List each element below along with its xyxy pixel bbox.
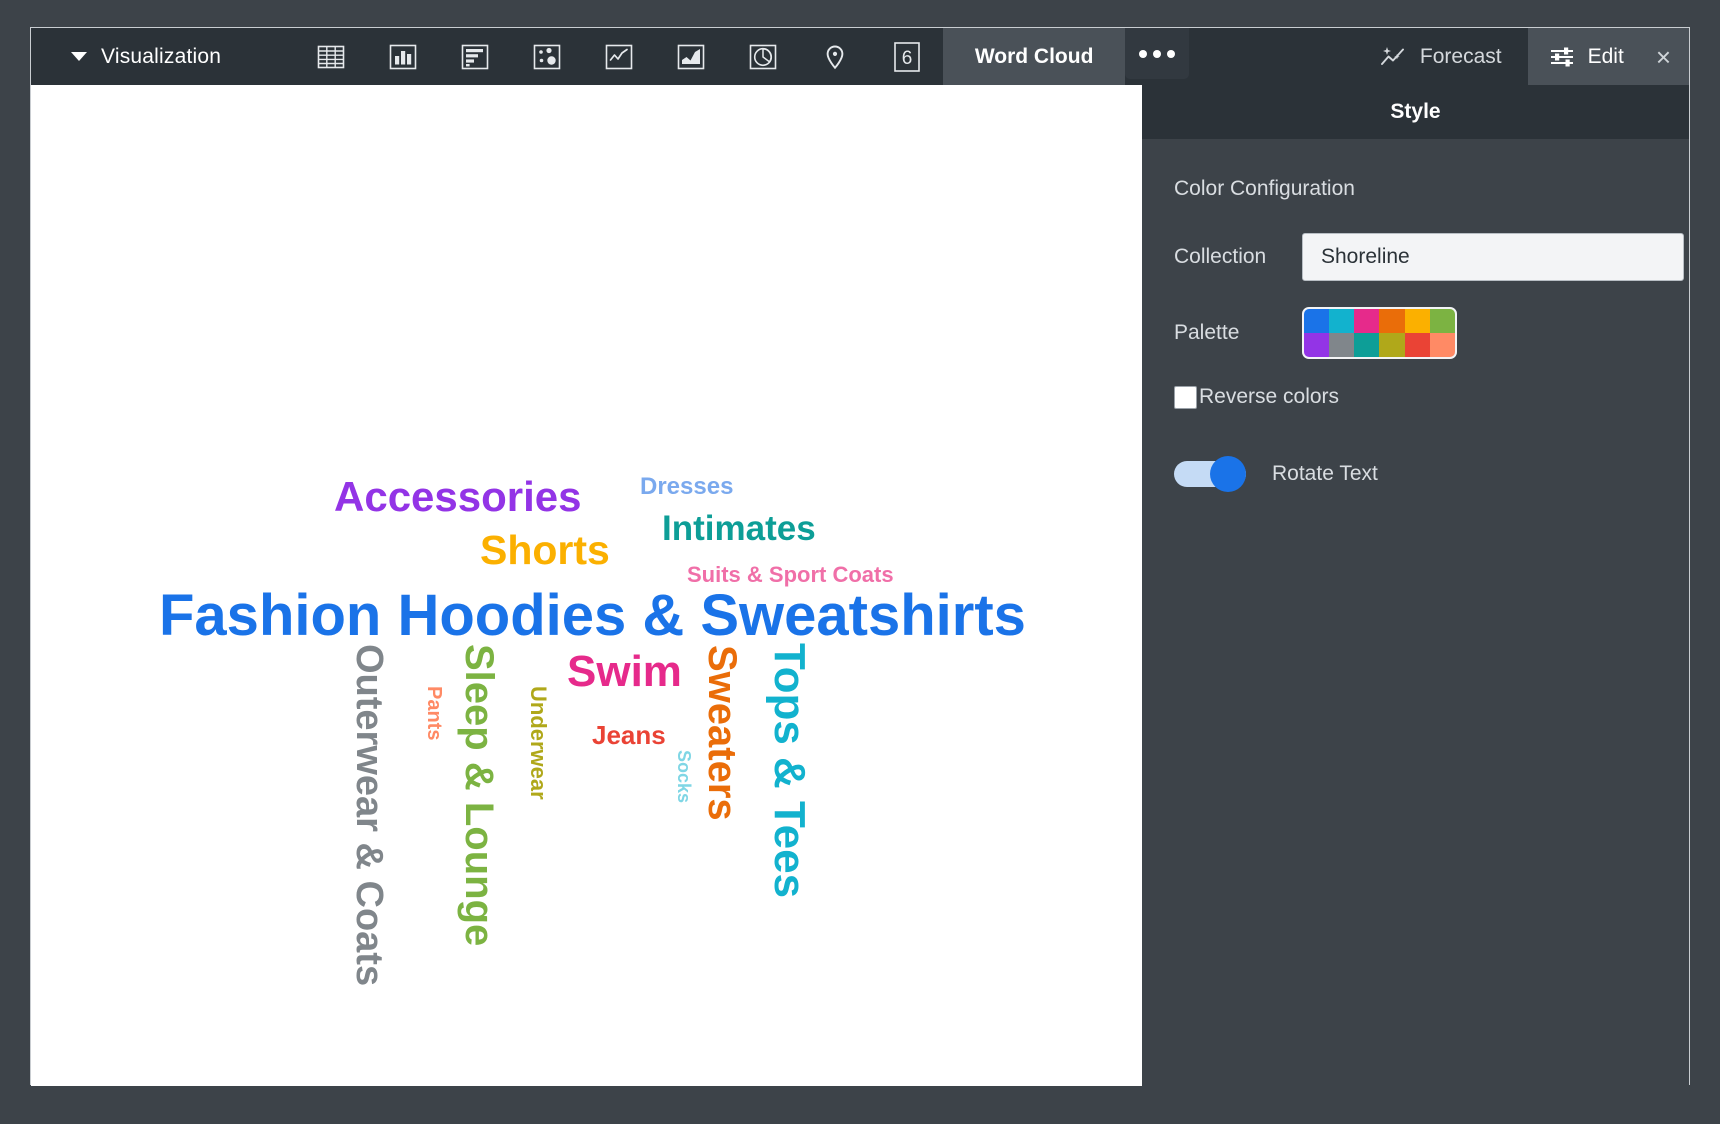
word-cloud-word[interactable]: Fashion Hoodies & Sweatshirts [159, 587, 1026, 645]
word-cloud-container: Fashion Hoodies & Sweatshirts Accessories… [31, 85, 1144, 1086]
color-configuration-label: Color Configuration [1174, 177, 1689, 201]
word-cloud-word[interactable]: Swim [567, 650, 682, 694]
rotate-text-label: Rotate Text [1272, 462, 1378, 486]
collection-label: Collection [1174, 245, 1302, 269]
chart-type-horizontal-bar-button[interactable] [439, 28, 511, 85]
line-chart-icon [604, 42, 634, 72]
word-cloud-word[interactable]: Suits & Sport Coats [687, 564, 894, 586]
word-cloud-word[interactable]: Pants [424, 686, 444, 740]
single-value-icon: 6 [890, 40, 924, 74]
ellipsis-icon [1139, 50, 1175, 58]
pie-chart-icon [748, 42, 778, 72]
palette-swatch[interactable] [1354, 309, 1379, 333]
word-cloud-word[interactable]: Jeans [592, 722, 666, 748]
palette-swatch-grid[interactable] [1302, 307, 1457, 359]
visualization-menu-label: Visualization [101, 45, 221, 69]
close-icon[interactable]: × [1656, 44, 1671, 70]
tab-word-cloud-label: Word Cloud [975, 45, 1094, 69]
palette-swatch[interactable] [1430, 309, 1455, 333]
table-icon [316, 42, 346, 72]
more-options-button[interactable] [1125, 28, 1189, 79]
tab-word-cloud[interactable]: Word Cloud [943, 28, 1125, 85]
visualization-menu-button[interactable]: Visualization [31, 28, 243, 85]
forecast-label: Forecast [1420, 45, 1502, 69]
toolbar-spacer [1189, 28, 1353, 85]
collection-value: Shoreline [1321, 245, 1410, 269]
palette-swatch[interactable] [1405, 333, 1430, 357]
palette-swatch[interactable] [1430, 333, 1455, 357]
palette-swatch[interactable] [1405, 309, 1430, 333]
chart-type-icon-strip: 6 [295, 28, 943, 85]
word-cloud-canvas[interactable]: Fashion Hoodies & Sweatshirts Accessories… [31, 85, 1144, 1086]
word-cloud-word[interactable]: Dresses [640, 475, 733, 499]
style-panel: Style Color Configuration Collection Sho… [1142, 85, 1689, 1086]
chart-type-bar-button[interactable] [367, 28, 439, 85]
visualization-toolbar: Visualization [31, 28, 1689, 85]
word-cloud-word[interactable]: Underwear [527, 686, 549, 800]
word-cloud-word[interactable]: Sweaters [702, 645, 742, 821]
collection-select[interactable]: Shoreline [1302, 233, 1684, 281]
edit-label: Edit [1588, 45, 1624, 69]
bar-chart-icon [388, 42, 418, 72]
collection-row: Collection Shoreline [1174, 233, 1689, 281]
sparkle-trend-icon [1379, 44, 1407, 70]
word-cloud-word[interactable]: Socks [675, 750, 693, 803]
horizontal-bar-chart-icon [460, 42, 490, 72]
chevron-down-icon [71, 52, 87, 61]
palette-swatch[interactable] [1304, 333, 1329, 357]
chart-type-scatter-button[interactable] [511, 28, 583, 85]
word-cloud-word[interactable]: Intimates [662, 511, 816, 546]
palette-swatch[interactable] [1329, 309, 1354, 333]
edit-button[interactable]: Edit × [1528, 28, 1689, 85]
palette-swatch[interactable] [1304, 309, 1329, 333]
rotate-text-toggle[interactable] [1174, 461, 1246, 487]
scatter-plot-icon [532, 42, 562, 72]
chart-type-single-value-button[interactable]: 6 [871, 28, 943, 85]
reverse-colors-label: Reverse colors [1199, 385, 1339, 409]
palette-row: Palette [1174, 307, 1689, 359]
chart-type-map-button[interactable] [799, 28, 871, 85]
word-cloud-word[interactable]: Sleep & Lounge [459, 644, 499, 946]
word-cloud-word[interactable]: Tops & Tees [767, 643, 811, 898]
palette-swatch[interactable] [1329, 333, 1354, 357]
word-cloud-word[interactable]: Shorts [480, 530, 610, 571]
reverse-colors-row: Reverse colors [1174, 385, 1689, 409]
chart-type-line-button[interactable] [583, 28, 655, 85]
chart-type-area-button[interactable] [655, 28, 727, 85]
word-cloud-word[interactable]: Outerwear & Coats [350, 644, 388, 986]
rotate-text-row: Rotate Text [1174, 461, 1689, 487]
style-panel-title: Style [1142, 85, 1689, 139]
visualization-window: Visualization [30, 27, 1690, 1085]
palette-swatch[interactable] [1379, 309, 1404, 333]
app-root: Visualization [0, 0, 1720, 1124]
palette-swatch[interactable] [1379, 333, 1404, 357]
palette-label: Palette [1174, 321, 1302, 345]
map-pin-icon [820, 42, 850, 72]
chart-type-pie-button[interactable] [727, 28, 799, 85]
style-panel-body: Color Configuration Collection Shoreline… [1142, 139, 1689, 487]
chart-type-table-button[interactable] [295, 28, 367, 85]
palette-swatch[interactable] [1354, 333, 1379, 357]
area-chart-icon [676, 42, 706, 72]
forecast-button[interactable]: Forecast [1353, 28, 1528, 85]
sliders-icon [1548, 44, 1576, 70]
svg-text:6: 6 [902, 48, 913, 69]
reverse-colors-checkbox[interactable] [1174, 386, 1197, 409]
toggle-knob [1210, 456, 1246, 492]
word-cloud-word[interactable]: Accessories [334, 476, 582, 518]
